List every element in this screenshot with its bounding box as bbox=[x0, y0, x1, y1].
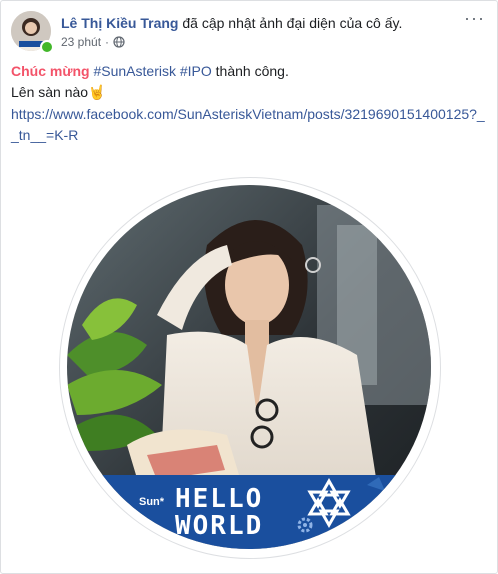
post-text-line1: Chúc mừng #SunAsterisk #IPO thành công. bbox=[11, 61, 489, 82]
frame-brand: Sun* bbox=[139, 496, 165, 508]
hashtag-ipo[interactable]: #IPO bbox=[180, 63, 212, 79]
profile-photo-image: Sun* HELLO WORLD bbox=[67, 185, 431, 549]
meta-separator: · bbox=[105, 35, 110, 49]
online-status-dot bbox=[40, 40, 54, 54]
profile-photo[interactable]: Sun* HELLO WORLD bbox=[67, 185, 431, 549]
post-timestamp[interactable]: 23 phút bbox=[61, 35, 101, 49]
greeting-text: Chúc mừng bbox=[11, 63, 90, 79]
post-header: Lê Thị Kiều Trang đã cập nhật ảnh đại di… bbox=[61, 14, 402, 32]
hashtag-sunasterisk[interactable]: #SunAsterisk bbox=[93, 63, 175, 79]
post-link[interactable]: https://www.facebook.com/SunAsteriskViet… bbox=[11, 104, 489, 146]
post-text-tail: thành công. bbox=[215, 63, 289, 79]
post-meta: 23 phút · bbox=[61, 35, 125, 49]
post-card: Lê Thị Kiều Trang đã cập nhật ảnh đại di… bbox=[0, 0, 498, 574]
author-name[interactable]: Lê Thị Kiều Trang bbox=[61, 15, 178, 31]
rock-hand-emoji: 🤘 bbox=[88, 84, 106, 100]
post-text-line2: Lên sàn nào🤘 bbox=[11, 82, 489, 103]
post-text: Chúc mừng #SunAsterisk #IPO thành công. … bbox=[11, 61, 489, 103]
post-action-text: đã cập nhật ảnh đại diện của cô ấy. bbox=[182, 15, 403, 31]
globe-icon[interactable] bbox=[113, 36, 125, 48]
ellipsis-icon[interactable]: ··· bbox=[464, 9, 485, 27]
post-text-line2-content: Lên sàn nào bbox=[11, 84, 89, 100]
frame-word-hello: HELLO bbox=[175, 484, 263, 514]
frame-word-world: WORLD bbox=[175, 511, 263, 541]
